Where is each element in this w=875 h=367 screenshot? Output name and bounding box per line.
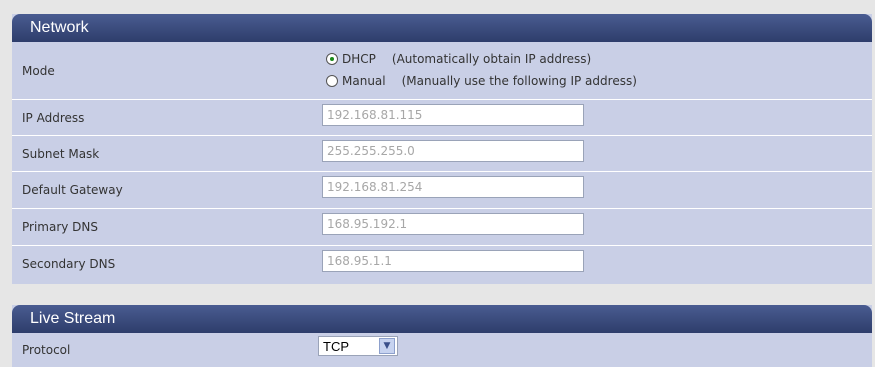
default-gateway-label: Default Gateway <box>22 183 123 197</box>
network-header: Network <box>12 14 872 42</box>
ip-address-label: IP Address <box>22 111 85 125</box>
dhcp-radio[interactable] <box>326 53 338 65</box>
ip-address-row: IP Address 192.168.81.115 <box>12 100 872 136</box>
subnet-mask-row: Subnet Mask 255.255.255.0 <box>12 136 872 172</box>
mode-label: Mode <box>22 64 55 78</box>
chevron-down-icon[interactable]: ▼ <box>379 338 395 354</box>
live-stream-header: Live Stream <box>12 305 872 333</box>
subnet-mask-label: Subnet Mask <box>22 147 100 161</box>
manual-description: (Manually use the following IP address) <box>401 74 637 88</box>
network-panel: Network Mode DHCP (Automatically obtain … <box>12 14 872 284</box>
secondary-dns-row: Secondary DNS 168.95.1.1 <box>12 246 872 282</box>
primary-dns-field[interactable]: 168.95.192.1 <box>322 213 584 235</box>
dhcp-option[interactable]: DHCP (Automatically obtain IP address) <box>326 52 591 66</box>
manual-option[interactable]: Manual (Manually use the following IP ad… <box>326 74 637 88</box>
dhcp-label: DHCP <box>342 52 376 66</box>
protocol-row: Protocol TCP ▼ <box>12 333 872 367</box>
secondary-dns-field[interactable]: 168.95.1.1 <box>322 250 584 272</box>
protocol-value: TCP <box>323 338 349 354</box>
secondary-dns-label: Secondary DNS <box>22 257 116 271</box>
primary-dns-label: Primary DNS <box>22 220 99 234</box>
protocol-select[interactable]: TCP ▼ <box>318 336 398 356</box>
default-gateway-field[interactable]: 192.168.81.254 <box>322 176 584 198</box>
manual-label: Manual <box>342 74 386 88</box>
manual-radio[interactable] <box>326 75 338 87</box>
subnet-mask-field[interactable]: 255.255.255.0 <box>322 140 584 162</box>
primary-dns-row: Primary DNS 168.95.192.1 <box>12 209 872 246</box>
live-stream-panel: Live Stream Protocol TCP ▼ <box>12 305 872 367</box>
ip-address-field[interactable]: 192.168.81.115 <box>322 104 584 126</box>
default-gateway-row: Default Gateway 192.168.81.254 <box>12 172 872 209</box>
mode-row: Mode DHCP (Automatically obtain IP addre… <box>12 42 872 100</box>
protocol-label: Protocol <box>22 343 71 357</box>
dhcp-description: (Automatically obtain IP address) <box>391 52 592 66</box>
